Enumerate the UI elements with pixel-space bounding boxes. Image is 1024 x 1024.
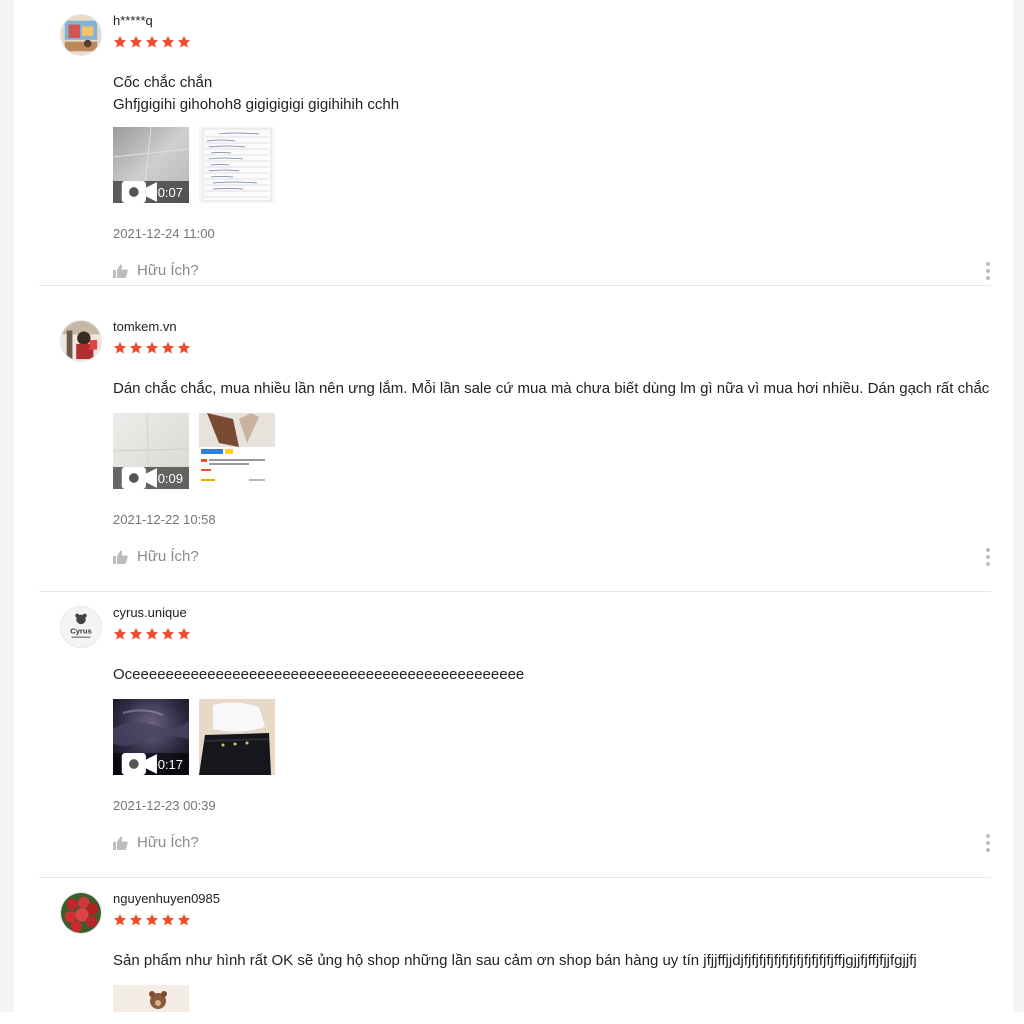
review-comment: Cốc chắc chắn Ghfjgigihi gihohoh8 gigigi… (113, 72, 399, 116)
star-icon (129, 35, 143, 48)
video-duration-bar: 0:17 (113, 753, 189, 775)
comment-line: Sản phẩm như hình rất OK sẽ ủng hộ shop … (113, 952, 917, 969)
helpful-label: Hữu Ích? (137, 548, 199, 565)
review-item: tomkem.vn Dán chắc chắc, mua nhiều lần n… (14, 306, 1013, 592)
review-item: nguyenhuyen0985 Sản phẩm như hình rất OK… (14, 878, 1013, 1012)
star-icon (129, 913, 143, 926)
star-icon (113, 35, 127, 48)
video-duration: 0:17 (157, 756, 183, 772)
comment-line: Dán chắc chắc, mua nhiều lần nên ưng lắm… (113, 380, 990, 397)
review-date: 2021-12-24 11:00 (113, 226, 215, 241)
rating-stars (113, 341, 191, 355)
thumbs-up-icon (113, 550, 128, 564)
comment-line: Oceeeeeeeeeeeeeeeeeeeeeeeeeeeeeeeeeeeeee… (113, 666, 525, 683)
more-options-icon[interactable] (984, 262, 992, 280)
review-image[interactable] (199, 413, 275, 489)
image-thumbnail (199, 127, 275, 203)
image-thumbnail (113, 985, 189, 1012)
avatar-image (61, 15, 101, 55)
review-image[interactable] (199, 127, 275, 203)
review-date: 2021-12-23 00:39 (113, 798, 216, 813)
video-duration-bar: 0:07 (113, 181, 189, 203)
star-icon (161, 913, 175, 926)
review-video[interactable]: 0:07 (113, 127, 189, 203)
video-camera-icon (121, 181, 157, 203)
user-avatar[interactable] (60, 320, 102, 362)
star-icon (113, 627, 127, 640)
comment-line: Cốc chắc chắn (113, 74, 213, 91)
helpful-label: Hữu Ích? (137, 262, 199, 279)
thumbs-up-icon (113, 264, 128, 278)
star-icon (177, 35, 191, 48)
review-date: 2021-12-22 10:58 (113, 512, 216, 527)
rating-stars (113, 913, 191, 927)
star-icon (161, 35, 175, 48)
helpful-label: Hữu Ích? (137, 834, 199, 851)
review-image[interactable] (113, 985, 189, 1012)
star-icon (177, 341, 191, 354)
image-thumbnail (199, 413, 275, 489)
video-camera-icon (121, 467, 157, 489)
thumbs-up-icon (113, 836, 128, 850)
star-icon (113, 341, 127, 354)
review-video[interactable]: 0:17 (113, 699, 189, 775)
star-icon (129, 627, 143, 640)
star-icon (161, 627, 175, 640)
review-comment: Dán chắc chắc, mua nhiều lần nên ưng lắm… (113, 378, 989, 400)
star-icon (145, 627, 159, 640)
star-icon (113, 913, 127, 926)
svg-text:Cyrus: Cyrus (70, 627, 92, 636)
review-image[interactable] (199, 699, 275, 775)
video-duration: 0:09 (157, 470, 183, 486)
reviews-panel: h*****q Cốc chắc chắn Ghfjgigihi gihohoh… (14, 0, 1013, 1012)
star-icon (145, 341, 159, 354)
user-avatar[interactable] (60, 892, 102, 934)
star-icon (129, 341, 143, 354)
username: cyrus.unique (113, 605, 187, 620)
comment-line: Ghfjgigihi gihohoh8 gigigigigi gigihihih… (113, 96, 400, 113)
more-options-icon[interactable] (984, 548, 992, 566)
review-comment: Sản phẩm như hình rất OK sẽ ủng hộ shop … (113, 950, 917, 972)
review-video[interactable]: 0:09 (113, 413, 189, 489)
more-options-icon[interactable] (984, 834, 992, 852)
user-avatar[interactable] (60, 14, 102, 56)
review-item: Cyrus cyrus.unique Oceeeeeeeeeeeeeeeeeee… (14, 592, 1013, 878)
helpful-button[interactable]: Hữu Ích? (113, 548, 199, 565)
user-avatar[interactable]: Cyrus (60, 606, 102, 648)
video-duration: 0:07 (157, 184, 183, 200)
review-item: h*****q Cốc chắc chắn Ghfjgigihi gihohoh… (14, 0, 1013, 286)
star-icon (145, 35, 159, 48)
star-icon (177, 913, 191, 926)
avatar-image: Cyrus (61, 607, 101, 647)
star-icon (161, 341, 175, 354)
username: nguyenhuyen0985 (113, 891, 220, 906)
helpful-button[interactable]: Hữu Ích? (113, 262, 199, 279)
rating-stars (113, 35, 191, 49)
username: tomkem.vn (113, 319, 177, 334)
helpful-button[interactable]: Hữu Ích? (113, 834, 199, 851)
video-camera-icon (121, 753, 157, 775)
star-icon (145, 913, 159, 926)
review-comment: Oceeeeeeeeeeeeeeeeeeeeeeeeeeeeeeeeeeeeee… (113, 664, 524, 686)
rating-stars (113, 627, 191, 641)
image-thumbnail (199, 699, 275, 775)
avatar-image (61, 893, 101, 933)
page-gutter (1013, 0, 1024, 1012)
page-bottom-strip (0, 1012, 1024, 1024)
star-icon (177, 627, 191, 640)
video-duration-bar: 0:09 (113, 467, 189, 489)
avatar-image (61, 321, 101, 361)
username: h*****q (113, 13, 153, 28)
review-divider (39, 285, 991, 286)
